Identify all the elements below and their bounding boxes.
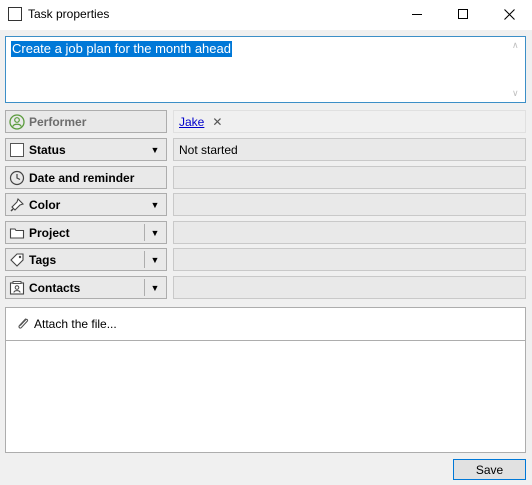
maximize-icon	[458, 9, 468, 19]
status-dropdown[interactable]: Status ▼	[5, 138, 167, 161]
title-bar: Task properties	[0, 0, 532, 30]
date-reminder-button[interactable]: Date and reminder	[5, 166, 167, 189]
chevron-down-icon[interactable]: ▼	[148, 283, 162, 293]
date-reminder-value-field[interactable]	[173, 166, 526, 189]
folder-icon	[9, 225, 25, 241]
scroll-down-icon[interactable]: ∨	[512, 88, 519, 99]
attachment-area[interactable]: Attach the file...	[5, 307, 526, 453]
project-label: Project	[29, 225, 70, 240]
minimize-icon	[412, 13, 422, 15]
scroll-up-icon[interactable]: ∧	[512, 40, 519, 51]
chevron-down-icon[interactable]: ▼	[148, 255, 162, 265]
tags-value-field[interactable]	[173, 248, 526, 271]
close-button[interactable]	[486, 0, 532, 28]
remove-performer-icon[interactable]: ✕	[212, 115, 222, 129]
close-icon	[503, 8, 515, 20]
task-text: Create a job plan for the month ahead	[11, 41, 232, 57]
contacts-value-field[interactable]	[173, 276, 526, 299]
attach-file-button[interactable]: Attach the file...	[6, 308, 525, 341]
tags-dropdown[interactable]: Tags ▼	[5, 248, 167, 271]
maximize-button[interactable]	[440, 0, 486, 28]
date-reminder-label: Date and reminder	[29, 170, 135, 185]
performer-value-field[interactable]: Jake ✕	[173, 110, 526, 133]
minimize-button[interactable]	[394, 0, 440, 28]
clock-icon	[9, 170, 25, 186]
performer-label: Performer	[29, 114, 87, 129]
status-value-field[interactable]: Not started	[173, 138, 526, 161]
chevron-down-icon: ▼	[150, 144, 160, 155]
title-checkbox[interactable]	[8, 7, 22, 21]
tags-label: Tags	[29, 252, 57, 267]
color-dropdown[interactable]: Color ▼	[5, 193, 167, 216]
dropdown-separator	[144, 279, 145, 296]
paperclip-icon	[14, 315, 32, 333]
person-icon	[9, 113, 25, 130]
performer-button[interactable]: Performer	[5, 110, 167, 133]
contacts-label: Contacts	[29, 280, 81, 295]
save-button-label: Save	[475, 462, 504, 477]
chevron-down-icon[interactable]: ▼	[148, 228, 162, 238]
tag-icon	[9, 252, 25, 268]
save-button[interactable]: Save	[453, 459, 526, 480]
status-checkbox-icon	[9, 142, 25, 158]
task-text-area[interactable]: Create a job plan for the month ahead ∧ …	[5, 36, 526, 103]
attach-file-label: Attach the file...	[34, 317, 117, 331]
dropdown-separator	[144, 251, 145, 268]
window-title: Task properties	[28, 7, 110, 21]
color-value-field[interactable]	[173, 193, 526, 216]
contacts-dropdown[interactable]: Contacts ▼	[5, 276, 167, 299]
text-scrollbar[interactable]: ∧ ∨	[509, 37, 525, 102]
status-value: Not started	[179, 142, 238, 157]
project-dropdown[interactable]: Project ▼	[5, 221, 167, 244]
contact-card-icon	[9, 280, 25, 296]
status-label: Status	[29, 142, 66, 157]
paint-brush-icon	[9, 197, 25, 213]
chevron-down-icon: ▼	[150, 199, 160, 210]
performer-link[interactable]: Jake	[179, 115, 204, 129]
project-value-field[interactable]	[173, 221, 526, 244]
color-label: Color	[29, 197, 61, 212]
dropdown-separator	[144, 224, 145, 241]
